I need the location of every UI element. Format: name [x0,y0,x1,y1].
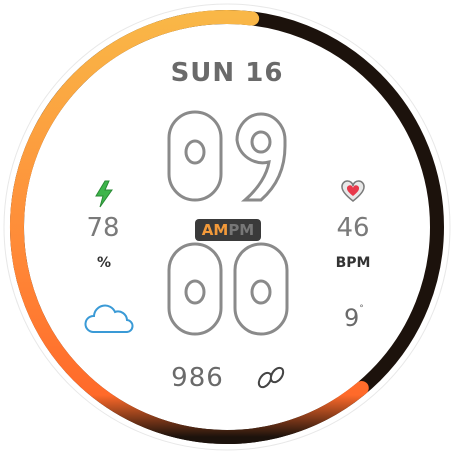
hours-text: 09 [226,165,228,167]
temperature-number: 9 [344,304,360,332]
temperature-unit: ° [359,304,364,314]
battery-unit: % [96,255,112,271]
heart-rate-value: 46 [336,213,370,243]
temperature-value: 9° [344,304,384,332]
heart-icon [341,180,365,202]
minutes-text: 00 [226,295,228,297]
battery-value: 78 [86,213,120,243]
cloud-icon [84,304,134,333]
minutes-display: 00 [142,236,312,340]
lightning-bolt-icon [95,180,113,208]
footsteps-icon [257,366,285,389]
minutes-digits: 00 [167,242,289,336]
hours-digits: 09 [167,110,287,202]
date-label: SUN 16 [170,58,284,88]
steps-value: 986 [171,363,224,393]
heart-rate-unit: BPM [335,255,371,271]
hours-display: 09 [142,106,312,206]
